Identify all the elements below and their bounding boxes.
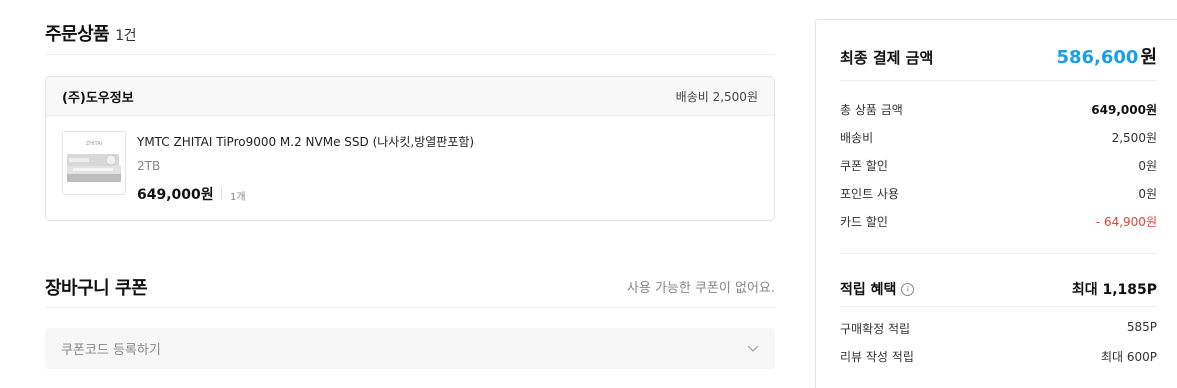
summary-row-label: 포인트 사용 xyxy=(840,187,900,201)
reward-row: 리뷰 작성 적립 최대 600P xyxy=(840,348,1157,365)
coupon-code-label: 쿠폰코드 등록하기 xyxy=(61,343,161,358)
shipping-fee: 배송비 2,500원 xyxy=(675,89,758,104)
summary-row: 총 상품 금액 649,000원 xyxy=(840,101,1157,118)
thumb-brand: ZHITAI xyxy=(86,141,102,147)
product-quantity: 1개 xyxy=(230,192,246,203)
product-name[interactable]: YMTC ZHITAI TiPro9000 M.2 NVMe SSD (나사킷,… xyxy=(137,133,474,150)
reward-row-label: 리뷰 작성 적립 xyxy=(840,350,914,364)
reward-row-label: 구매확정 적립 xyxy=(840,322,911,336)
final-amount-label: 최종 결제 금액 xyxy=(840,49,934,67)
summary-row-label: 배송비 xyxy=(840,131,874,145)
payment-summary-panel: 최종 결제 금액 586,600 원 총 상품 금액 649,000원 배송비 2… xyxy=(815,19,1177,388)
seller-header: (주)도우정보 배송비 2,500원 xyxy=(46,77,774,116)
coupon-empty-note: 사용 가능한 쿠폰이 없어요. xyxy=(626,281,775,296)
summary-row-value: 0원 xyxy=(1138,187,1157,201)
summary-row: 배송비 2,500원 xyxy=(840,129,1157,146)
summary-row-value: 2,500원 xyxy=(1111,131,1157,145)
summary-row-value: 0원 xyxy=(1138,159,1157,173)
divider xyxy=(840,80,1157,81)
final-amount-unit: 원 xyxy=(1140,47,1157,68)
divider xyxy=(45,54,775,55)
product-thumbnail[interactable]: ZHITAI xyxy=(62,131,126,195)
reward-value: 최대 1,185P xyxy=(1071,282,1157,298)
order-title: 주문상품 xyxy=(45,24,110,45)
summary-row-value: - 64,900원 xyxy=(1095,215,1157,229)
order-section-title: 주문상품 1건 xyxy=(45,20,137,46)
summary-row-value: 649,000원 xyxy=(1091,103,1157,117)
reward-row: 구매확정 적립 585P xyxy=(840,320,1157,337)
reward-row-value: 585P xyxy=(1126,320,1157,334)
ssd-image-icon: ZHITAI xyxy=(67,141,121,182)
summary-row-label: 총 상품 금액 xyxy=(840,103,903,117)
final-amount-value: 586,600 xyxy=(1056,47,1139,68)
info-icon[interactable]: i xyxy=(901,282,915,296)
product-option: 2TB xyxy=(137,159,161,173)
summary-row-label: 쿠폰 할인 xyxy=(840,159,888,173)
summary-row: 쿠폰 할인 0원 xyxy=(840,157,1157,174)
order-item-card: (주)도우정보 배송비 2,500원 ZHITAI YMTC ZHITAI Ti… xyxy=(45,76,775,221)
divider xyxy=(45,307,775,308)
reward-label: 적립 혜택 i xyxy=(840,279,915,299)
product-price: 649,000원 xyxy=(137,187,214,203)
coupon-code-register-toggle[interactable]: 쿠폰코드 등록하기 xyxy=(45,328,775,369)
divider xyxy=(221,187,222,199)
order-count: 1건 xyxy=(115,28,137,44)
divider xyxy=(840,306,1157,307)
final-amount: 586,600 원 xyxy=(1056,43,1157,69)
summary-row-label: 카드 할인 xyxy=(840,215,888,229)
reward-row-value: 최대 600P xyxy=(1100,350,1157,364)
summary-row: 포인트 사용 0원 xyxy=(840,185,1157,202)
summary-row: 카드 할인 - 64,900원 xyxy=(840,213,1157,230)
divider xyxy=(840,253,1157,254)
reward-label-text: 적립 혜택 xyxy=(840,282,897,298)
cart-coupon-title: 장바구니 쿠폰 xyxy=(45,278,148,299)
chevron-down-icon xyxy=(747,345,759,352)
seller-name[interactable]: (주)도우정보 xyxy=(62,87,134,106)
